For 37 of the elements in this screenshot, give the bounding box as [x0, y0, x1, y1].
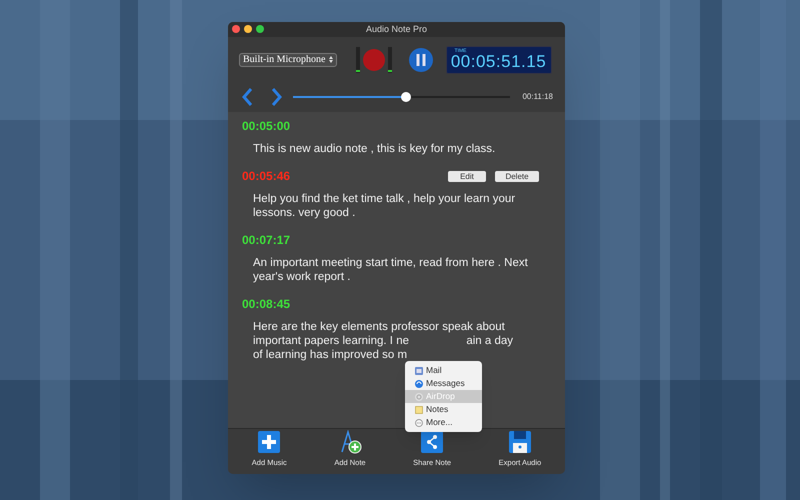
- share-menu-item[interactable]: Messages: [405, 377, 482, 390]
- edit-button[interactable]: Edit: [448, 170, 486, 182]
- airdrop-icon: [415, 392, 423, 400]
- minimize-button[interactable]: [244, 25, 252, 33]
- close-button[interactable]: [232, 25, 240, 33]
- duration-text: 00:11:18: [522, 91, 553, 103]
- back-icon[interactable]: [241, 88, 253, 106]
- updown-icon: [328, 56, 332, 63]
- note-text: important papers learning. I ne: [253, 334, 409, 348]
- note-text: Here are the key elements professor speak about: [253, 320, 505, 334]
- chat-icon: [415, 380, 423, 388]
- timer-text: 00:05:51.15: [450, 52, 546, 72]
- more-icon: [415, 418, 423, 426]
- pause-button[interactable]: [408, 48, 432, 72]
- plus-icon[interactable]: [257, 430, 282, 454]
- note-text: ain a day: [466, 334, 513, 348]
- share-menu-item[interactable]: Mail: [405, 364, 482, 377]
- share-menu-item[interactable]: More...: [405, 416, 482, 429]
- share-menu-item[interactable]: Notes: [405, 403, 482, 416]
- note-text: This is new audio note , this is key for my class.: [253, 142, 496, 156]
- progress-thumb[interactable]: [400, 92, 411, 102]
- note-text: Help you find the ket time talk , help your learn your: [253, 192, 516, 206]
- forward-icon[interactable]: [271, 88, 283, 106]
- window-title: Audio Note Pro: [366, 22, 428, 36]
- note-timestamp[interactable]: 00:05:00: [242, 117, 290, 135]
- note-text: An important meeting start time, read from here . Next: [253, 256, 528, 270]
- mail-icon: [415, 366, 423, 374]
- note-text: of learning has improved so m: [253, 348, 408, 362]
- note-timestamp[interactable]: 00:08:45: [242, 295, 290, 313]
- input-source-dropdown[interactable]: Built-in Microphone: [239, 52, 336, 66]
- zoom-button[interactable]: [256, 25, 264, 33]
- note-text: year's work report .: [253, 270, 350, 284]
- note-text: lessons. very good .: [253, 206, 356, 220]
- note-timestamp[interactable]: 00:07:17: [242, 231, 290, 249]
- share-icon[interactable]: [420, 430, 444, 454]
- notepad-icon: [415, 406, 423, 414]
- delete-button[interactable]: Delete: [495, 170, 539, 182]
